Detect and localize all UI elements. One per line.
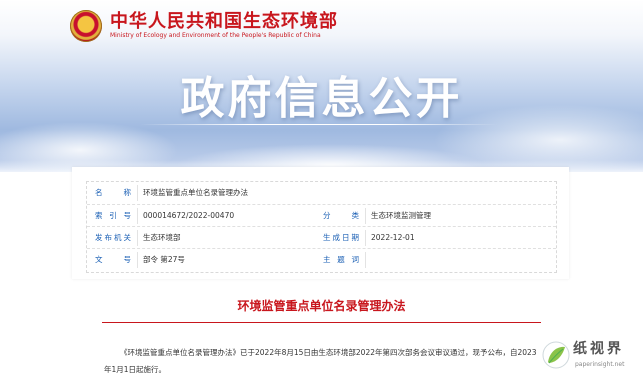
document-content: 环境监管重点单位名录管理办法 《环境监管重点单位名录管理办法》已于2022年8月… xyxy=(88,284,555,378)
leaf-icon xyxy=(542,341,570,369)
docno-value: 部令 第27号 xyxy=(143,255,185,264)
info-row-index: 索 引 号 000014672/2022-00470 分 类 生态环境监测管理 xyxy=(87,204,556,227)
ministry-name-en: Ministry of Ecology and Environment of t… xyxy=(110,32,321,39)
watermark: 纸视界 paperinsight.net xyxy=(535,334,643,378)
column-divider xyxy=(137,252,138,268)
national-emblem-icon xyxy=(70,10,102,42)
publisher-value: 生态环境部 xyxy=(143,233,181,242)
column-divider xyxy=(137,208,138,224)
document-info-table: 名 称 环境监管重点单位名录管理办法 索 引 号 000014672/2022-… xyxy=(86,181,557,273)
title-divider xyxy=(102,322,541,323)
document-info-panel: 名 称 环境监管重点单位名录管理办法 索 引 号 000014672/2022-… xyxy=(72,167,569,279)
info-row-docno: 文 号 部令 第27号 主 题 词 xyxy=(87,248,556,271)
banner-divider xyxy=(140,124,498,125)
index-label: 索 引 号 xyxy=(95,211,131,220)
document-title: 环境监管重点单位名录管理办法 xyxy=(237,299,406,313)
column-divider xyxy=(365,208,366,224)
name-label: 名 称 xyxy=(95,188,131,197)
site-header: 中华人民共和国生态环境部 Ministry of Ecology and Env… xyxy=(70,6,338,46)
column-divider xyxy=(137,230,138,246)
banner-title: 政府信息公开 xyxy=(180,73,463,124)
ministry-logo-text[interactable]: 中华人民共和国生态环境部 Ministry of Ecology and Env… xyxy=(110,12,338,40)
info-row-publisher: 发布机关 生态环境部 生成日期 2022-12-01 xyxy=(87,226,556,249)
column-divider xyxy=(365,252,366,268)
date-label: 生成日期 xyxy=(323,233,359,242)
index-value: 000014672/2022-00470 xyxy=(143,211,235,220)
docno-label: 文 号 xyxy=(95,255,131,264)
ministry-name-cn: 中华人民共和国生态环境部 xyxy=(110,11,338,32)
column-divider xyxy=(137,185,138,201)
publisher-label: 发布机关 xyxy=(95,233,131,242)
category-value: 生态环境监测管理 xyxy=(371,211,431,220)
watermark-url: paperinsight.net xyxy=(575,361,625,368)
document-paragraph: 《环境监管重点单位名录管理办法》已于2022年8月15日由生态环境部2022年第… xyxy=(104,348,537,374)
column-divider xyxy=(365,230,366,246)
watermark-text: 纸视界 xyxy=(573,341,624,357)
category-label: 分 类 xyxy=(323,211,359,220)
keywords-label: 主 题 词 xyxy=(323,255,359,264)
date-value: 2022-12-01 xyxy=(371,233,415,242)
info-row-name: 名 称 环境监管重点单位名录管理办法 xyxy=(87,182,556,204)
name-value: 环境监管重点单位名录管理办法 xyxy=(143,188,248,197)
